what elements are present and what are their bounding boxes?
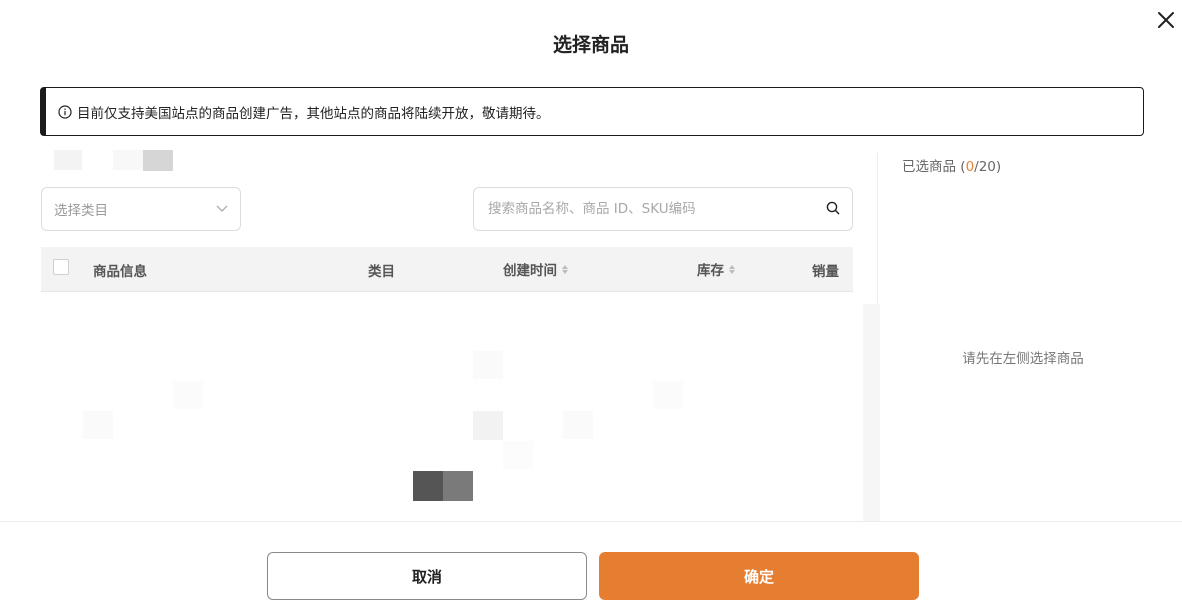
- selected-products-title: 已选商品 (0/20): [902, 155, 1001, 175]
- column-created-time-label: 创建时间: [503, 263, 557, 279]
- empty-selection-hint: 请先在左侧选择商品: [962, 351, 1084, 367]
- panel-divider: [877, 153, 878, 303]
- loading-placeholder: [413, 471, 443, 501]
- notice-text: 目前仅支持美国站点的商品创建广告，其他站点的商品将陆续开放，敬请期待。: [77, 105, 550, 122]
- sort-icon[interactable]: [562, 264, 568, 274]
- table-scrollbar[interactable]: [863, 304, 880, 521]
- chevron-down-icon: [216, 201, 228, 217]
- loading-placeholder: [54, 150, 82, 170]
- loading-placeholder: [443, 471, 473, 501]
- selected-count-open: (: [956, 159, 966, 175]
- loading-placeholder: [473, 351, 503, 379]
- table-header: 商品信息 类目 创建时间 库存 销量: [41, 247, 853, 292]
- category-select[interactable]: 选择类目: [41, 187, 241, 231]
- cancel-button[interactable]: 取消: [267, 552, 587, 600]
- select-all-checkbox[interactable]: [53, 259, 69, 275]
- search-icon[interactable]: [826, 200, 840, 219]
- notice-banner: 目前仅支持美国站点的商品创建广告，其他站点的商品将陆续开放，敬请期待。: [40, 87, 1144, 136]
- column-created-time[interactable]: 创建时间: [503, 259, 568, 279]
- column-stock[interactable]: 库存: [697, 259, 735, 279]
- selected-count-total: /20): [974, 159, 1002, 175]
- column-category: 类目: [368, 264, 395, 280]
- search-input[interactable]: [486, 200, 826, 218]
- category-select-placeholder: 选择类目: [54, 203, 108, 219]
- loading-placeholder: [653, 381, 683, 409]
- column-product-info: 商品信息: [93, 264, 147, 280]
- column-sales: 销量: [812, 264, 839, 280]
- loading-placeholder: [173, 381, 203, 409]
- selected-products-label: 已选商品: [902, 159, 956, 175]
- loading-placeholder: [473, 411, 503, 440]
- confirm-button[interactable]: 确定: [599, 552, 919, 600]
- loading-placeholder: [503, 441, 533, 469]
- sort-icon[interactable]: [729, 264, 735, 274]
- footer-divider: [0, 521, 1182, 522]
- close-icon[interactable]: [1155, 9, 1177, 31]
- selected-count: 0: [965, 159, 975, 175]
- info-icon: [58, 104, 72, 119]
- loading-placeholder: [563, 411, 593, 439]
- loading-placeholder: [143, 150, 173, 171]
- column-stock-label: 库存: [697, 263, 724, 279]
- loading-placeholder: [83, 411, 113, 439]
- search-box: [473, 187, 853, 231]
- loading-placeholder: [113, 150, 143, 170]
- dialog-title: 选择商品: [552, 34, 629, 56]
